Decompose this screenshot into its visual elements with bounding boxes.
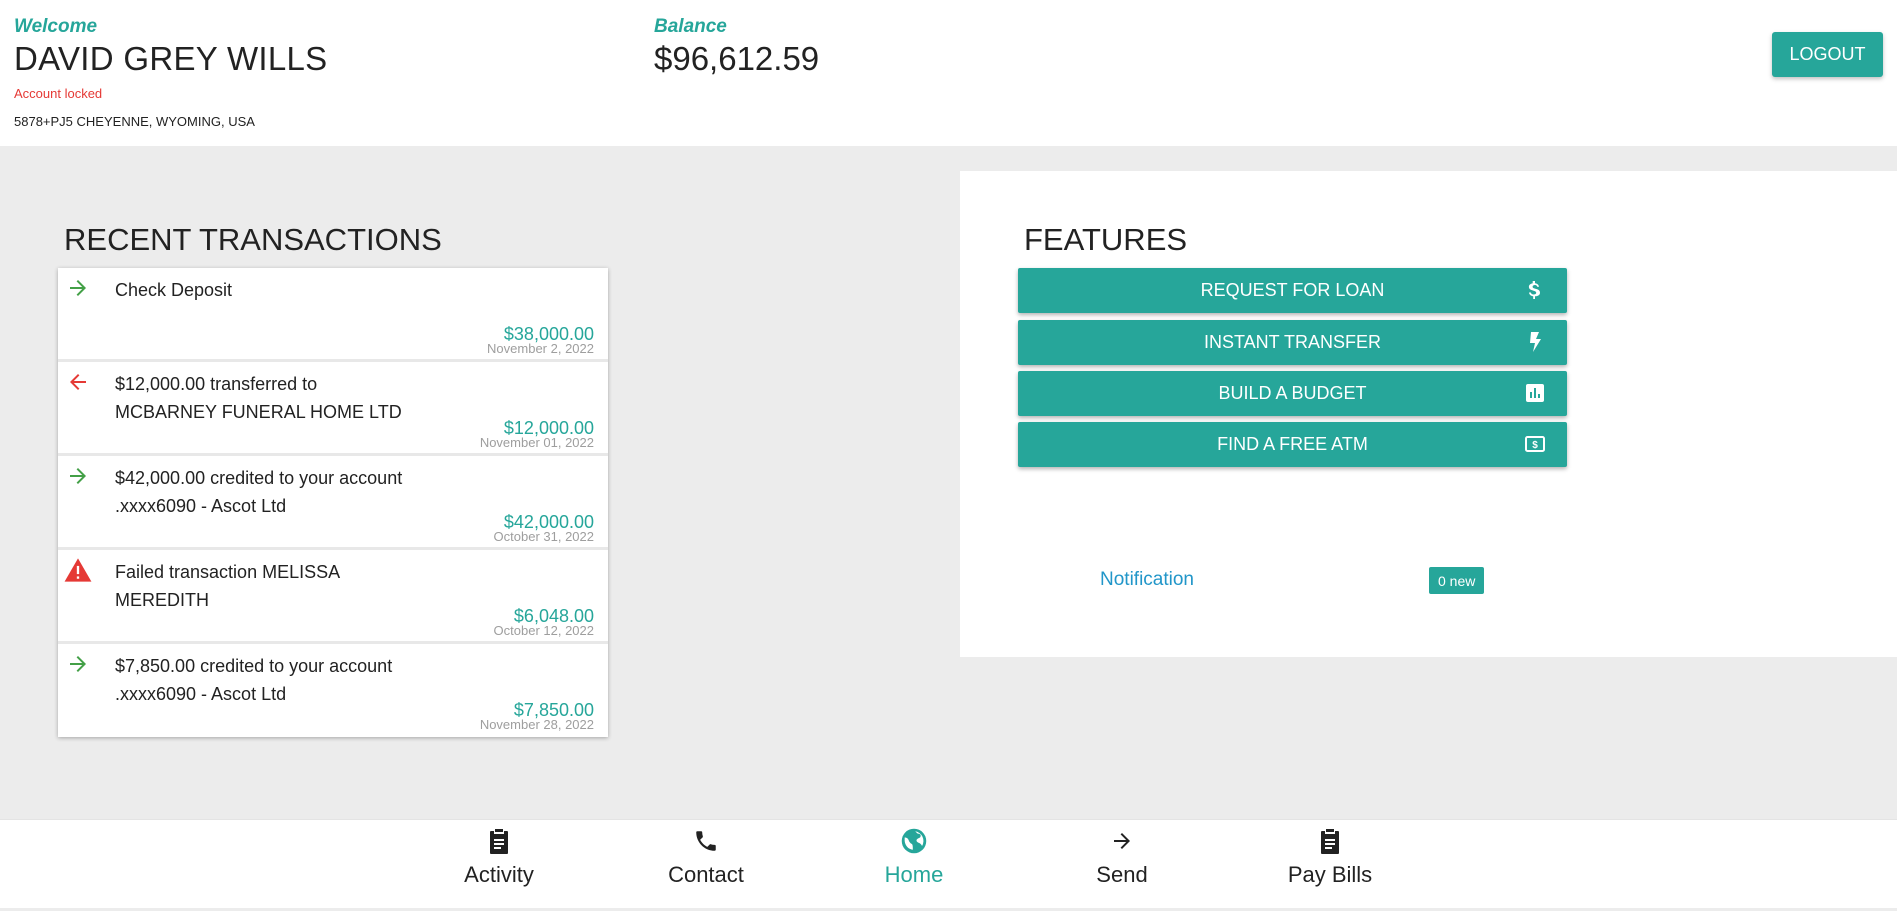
user-name: DAVID GREY WILLS bbox=[14, 40, 328, 77]
arrow-right-icon bbox=[64, 650, 92, 678]
arrow-left-icon bbox=[64, 368, 92, 396]
arrow-right-icon bbox=[64, 462, 92, 490]
svg-text:$: $ bbox=[1532, 440, 1538, 451]
nav-label: Activity bbox=[464, 862, 534, 887]
nav-item-activity[interactable]: Activity bbox=[429, 820, 569, 909]
feature-label: FIND A FREE ATM bbox=[1217, 434, 1368, 454]
transaction-date: October 31, 2022 bbox=[493, 529, 594, 544]
request-loan-button[interactable]: REQUEST FOR LOAN bbox=[1018, 268, 1567, 313]
chart-icon bbox=[1525, 383, 1545, 403]
feature-label: BUILD A BUDGET bbox=[1218, 383, 1367, 403]
transactions-title: RECENT TRANSACTIONS bbox=[64, 222, 442, 257]
bottom-navigation: Activity Contact Home Send Pay Bills bbox=[0, 819, 1897, 908]
transaction-description: $42,000.00 credited to your account .xxx… bbox=[115, 468, 403, 516]
user-address: 5878+PJ5 CHEYENNE, WYOMING, USA bbox=[14, 114, 255, 129]
dollar-icon bbox=[1525, 280, 1545, 300]
nav-label: Contact bbox=[668, 862, 744, 887]
find-atm-button[interactable]: FIND A FREE ATM $ bbox=[1018, 422, 1567, 467]
flash-icon bbox=[1525, 332, 1545, 352]
nav-item-home[interactable]: Home bbox=[844, 820, 984, 909]
feature-label: INSTANT TRANSFER bbox=[1203, 332, 1382, 352]
nav-item-pay-bills[interactable]: Pay Bills bbox=[1260, 820, 1400, 909]
transaction-date: November 2, 2022 bbox=[487, 341, 594, 356]
nav-label: Home bbox=[884, 862, 944, 887]
account-status: Account locked bbox=[14, 86, 103, 101]
balance-value: $96,612.59 bbox=[654, 40, 820, 77]
clipboard-icon bbox=[484, 826, 514, 856]
arrow-right-icon bbox=[64, 274, 92, 302]
transaction-item[interactable]: $7,850.00 credited to your account .xxxx… bbox=[58, 644, 608, 737]
transaction-date: October 12, 2022 bbox=[493, 623, 594, 638]
feature-label: REQUEST FOR LOAN bbox=[1200, 280, 1385, 300]
transaction-item[interactable]: Failed transaction MELISSA MEREDITH $6,0… bbox=[58, 550, 608, 644]
globe-icon bbox=[899, 826, 929, 856]
transaction-description: Failed transaction MELISSA MEREDITH bbox=[115, 562, 340, 610]
transaction-description: $7,850.00 credited to your account .xxxx… bbox=[115, 656, 393, 704]
features-panel: FEATURES REQUEST FOR LOAN INSTANT TRANSF… bbox=[960, 171, 1897, 657]
balance-label: Balance bbox=[654, 16, 727, 37]
transactions-list: Check Deposit $38,000.00 November 2, 202… bbox=[58, 268, 608, 737]
logout-button[interactable]: LOGOUT bbox=[1772, 32, 1883, 77]
arrow-right-icon bbox=[1107, 826, 1137, 856]
transaction-description: $12,000.00 transferred to MCBARNEY FUNER… bbox=[115, 374, 402, 422]
features-title: FEATURES bbox=[1024, 222, 1188, 257]
phone-icon bbox=[691, 826, 721, 856]
build-budget-button[interactable]: BUILD A BUDGET bbox=[1018, 371, 1567, 416]
nav-label: Pay Bills bbox=[1287, 862, 1373, 887]
transaction-date: November 28, 2022 bbox=[479, 717, 594, 732]
nav-label: Send bbox=[1096, 862, 1148, 887]
notification-link[interactable]: Notification bbox=[1100, 569, 1194, 591]
account-header: Welcome DAVID GREY WILLS Account locked … bbox=[0, 0, 1897, 146]
nav-item-send[interactable]: Send bbox=[1052, 820, 1192, 909]
transaction-item[interactable]: $42,000.00 credited to your account .xxx… bbox=[58, 456, 608, 550]
money-icon: $ bbox=[1525, 434, 1545, 454]
nav-item-contact[interactable]: Contact bbox=[636, 820, 776, 909]
warning-icon bbox=[64, 556, 92, 584]
transaction-item[interactable]: Check Deposit $38,000.00 November 2, 202… bbox=[58, 268, 608, 362]
notification-badge: 0 new bbox=[1429, 567, 1485, 594]
transaction-date: November 01, 2022 bbox=[479, 435, 594, 450]
welcome-label: Welcome bbox=[14, 16, 98, 37]
transaction-item[interactable]: $12,000.00 transferred to MCBARNEY FUNER… bbox=[58, 362, 608, 456]
transaction-description: Check Deposit bbox=[115, 280, 233, 300]
clipboard-icon bbox=[1315, 826, 1345, 856]
instant-transfer-button[interactable]: INSTANT TRANSFER bbox=[1018, 320, 1567, 365]
